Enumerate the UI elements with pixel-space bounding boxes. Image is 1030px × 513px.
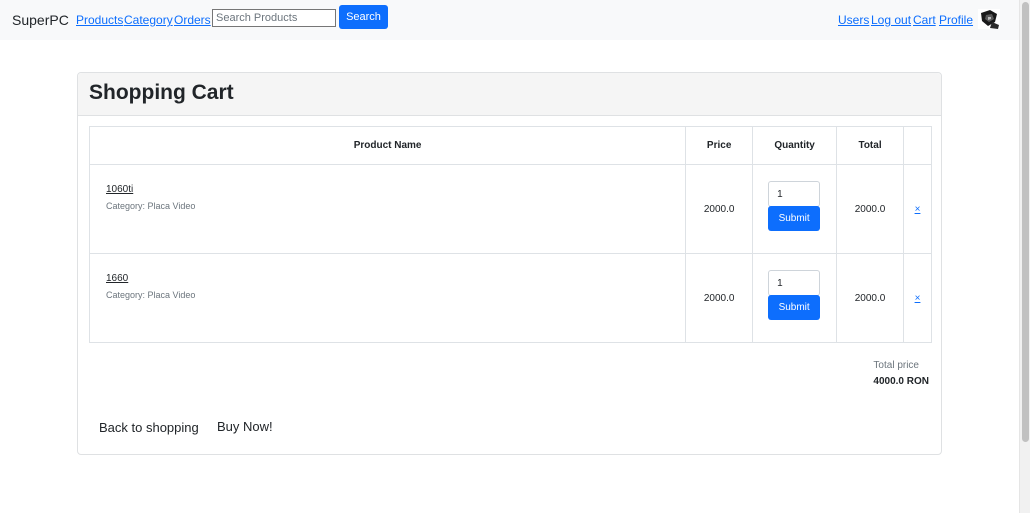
back-to-shopping-link[interactable]: Back to shopping [99, 420, 199, 435]
quantity-submit-button[interactable]: Submit [768, 295, 821, 320]
table-row: 1660 Category: Placa Video 2000.0 Submit… [88, 253, 932, 343]
remove-item-button[interactable]: × [903, 253, 932, 343]
total-cell: 2000.0 [836, 164, 904, 254]
product-cell: 1660 Category: Placa Video [88, 253, 687, 343]
page-scrollbar[interactable] [1019, 0, 1030, 513]
remove-item-button[interactable]: × [903, 164, 932, 254]
quantity-input[interactable] [768, 270, 821, 296]
column-header-total: Total [836, 126, 904, 165]
product-category: Category: Placa Video [106, 201, 196, 211]
quantity-submit-button[interactable]: Submit [768, 206, 821, 231]
nav-link-profile[interactable]: Profile [939, 13, 973, 27]
user-avatar-icon[interactable] [978, 9, 1000, 29]
product-cell: 1060ti Category: Placa Video [88, 164, 687, 254]
quantity-input[interactable] [768, 181, 821, 207]
product-link[interactable]: 1060ti [106, 184, 133, 195]
table-row: 1060ti Category: Placa Video 2000.0 Subm… [88, 164, 932, 254]
cart-table: Product Name Price Quantity Total 1060ti… [88, 126, 932, 343]
page-title: Shopping Cart [89, 81, 234, 104]
search-input[interactable] [212, 9, 336, 27]
total-cell: 2000.0 [836, 253, 904, 343]
column-header-quantity: Quantity [752, 126, 838, 165]
price-cell: 2000.0 [685, 164, 754, 254]
quantity-cell: Submit [752, 253, 838, 343]
nav-link-category[interactable]: Category [124, 13, 173, 27]
nav-link-products[interactable]: Products [76, 13, 123, 27]
total-price-value: 4000.0 RON [873, 376, 929, 387]
total-price-label: Total price [873, 360, 919, 371]
nav-link-orders[interactable]: Orders [174, 13, 211, 27]
nav-link-logout[interactable]: Log out [871, 13, 911, 27]
table-header-row: Product Name Price Quantity Total [88, 126, 932, 165]
quantity-cell: Submit [752, 164, 838, 254]
nav-link-cart[interactable]: Cart [913, 13, 936, 27]
search-button[interactable]: Search [339, 5, 388, 29]
brand-logo[interactable]: SuperPC [12, 12, 69, 28]
buy-now-button[interactable]: Buy Now! [217, 419, 273, 434]
navbar: SuperPC Products Category Orders Search … [0, 0, 1019, 40]
column-header-remove [903, 126, 932, 165]
nav-link-users[interactable]: Users [838, 13, 869, 27]
column-header-product-name: Product Name [88, 126, 687, 165]
scrollbar-thumb[interactable] [1022, 2, 1029, 442]
shopping-cart-card: Shopping Cart Product Name Price Quantit… [77, 72, 942, 455]
price-cell: 2000.0 [685, 253, 754, 343]
card-header: Shopping Cart [78, 73, 941, 116]
column-header-price: Price [685, 126, 754, 165]
product-link[interactable]: 1660 [106, 273, 128, 284]
product-category: Category: Placa Video [106, 290, 196, 300]
